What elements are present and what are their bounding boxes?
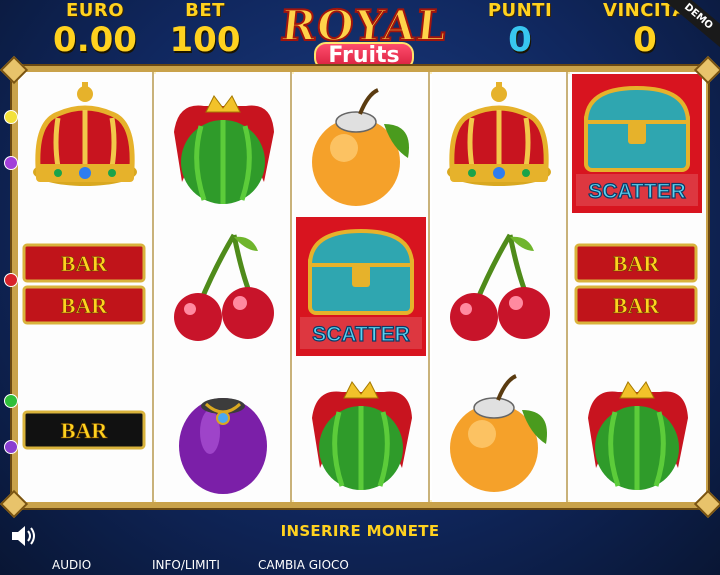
payline-marker-icon xyxy=(4,440,18,454)
game-logo: ROYAL Fruits xyxy=(268,0,460,74)
scatter-chest-icon: SCATTER xyxy=(296,217,426,356)
scatter-text: SCATTER xyxy=(312,323,410,346)
bar-text: BAR xyxy=(61,251,109,276)
reel-symbol-watermelon xyxy=(294,358,428,501)
euro-stat: EURO 0.00 xyxy=(40,0,150,57)
info-limits-button[interactable]: INFO/LIMITI xyxy=(152,558,220,572)
punti-label: PUNTI xyxy=(487,0,553,21)
insert-coins-text: INSERIRE MONETE xyxy=(280,522,440,540)
reel-symbol-watermelon xyxy=(156,72,290,215)
reel-symbol-orange xyxy=(432,358,566,501)
reel-symbol-bar-double: BAR BAR xyxy=(18,215,152,358)
change-game-button[interactable]: CAMBIA GIOCO xyxy=(258,558,349,572)
bar-text: BAR xyxy=(61,293,109,318)
cherries-icon xyxy=(174,233,274,341)
bet-stat: BET 100 xyxy=(160,0,250,57)
reel-symbol-scatter: SCATTER xyxy=(570,72,704,215)
euro-value: 0.00 xyxy=(53,20,137,60)
cherries-icon xyxy=(450,233,550,341)
double-bar-icon: BAR BAR xyxy=(574,243,698,325)
reel-symbol-cherries xyxy=(156,215,290,358)
reel-frame: BAR BAR BAR SCATTER SCATTER BAR BAR xyxy=(12,66,708,508)
reel-symbol-cherries xyxy=(432,215,566,358)
plum-icon xyxy=(179,398,267,494)
reel-symbol-bar-single: BAR xyxy=(18,358,152,501)
double-bar-icon: BAR BAR xyxy=(22,243,146,325)
reel-symbol-bar-double: BAR BAR xyxy=(570,215,704,358)
watermelon-icon xyxy=(588,381,688,490)
watermelon-icon xyxy=(174,95,274,204)
reel-symbol-orange xyxy=(294,72,428,215)
reel-symbol-crown xyxy=(18,72,152,215)
reel-3[interactable]: SCATTER xyxy=(294,72,430,502)
payline-marker-icon xyxy=(4,110,18,124)
reel-2[interactable] xyxy=(156,72,292,502)
crown-icon xyxy=(447,82,551,186)
reel-4[interactable] xyxy=(432,72,568,502)
bar-text: BAR xyxy=(613,251,661,276)
payline-marker-icon xyxy=(4,394,18,408)
logo-royal: ROYAL xyxy=(278,0,451,51)
speaker-icon[interactable] xyxy=(10,524,38,548)
bet-value: 100 xyxy=(169,20,241,60)
payline-marker-icon xyxy=(4,156,18,170)
reel-5[interactable]: SCATTER BAR BAR xyxy=(570,72,706,502)
orange-icon xyxy=(312,88,409,206)
payline-marker-icon xyxy=(4,273,18,287)
scatter-chest-icon: SCATTER xyxy=(572,74,702,213)
single-bar-icon: BAR xyxy=(22,410,146,450)
reel-1[interactable]: BAR BAR BAR xyxy=(18,72,154,502)
reel-symbol-scatter: SCATTER xyxy=(294,215,428,358)
bar-text: BAR xyxy=(613,293,661,318)
bottom-bar: INSERIRE MONETE AUDIO INFO/LIMITI CAMBIA… xyxy=(0,508,720,575)
bar-text: BAR xyxy=(61,418,109,443)
euro-label: EURO xyxy=(65,0,125,21)
scatter-text: SCATTER xyxy=(588,180,686,203)
hud: EURO 0.00 BET 100 ROYAL Fruits PUNTI 0 V… xyxy=(0,0,720,70)
bet-label: BET xyxy=(185,0,225,21)
crown-icon xyxy=(33,82,137,186)
orange-icon xyxy=(450,374,547,492)
reel-symbol-crown xyxy=(432,72,566,215)
reel-symbol-watermelon xyxy=(570,358,704,501)
vincita-value: 0 xyxy=(633,20,657,60)
punti-stat: PUNTI 0 xyxy=(478,0,562,57)
reel-symbol-plum xyxy=(156,358,290,501)
audio-button[interactable]: AUDIO xyxy=(52,558,91,572)
watermelon-icon xyxy=(312,381,412,490)
punti-value: 0 xyxy=(508,20,532,60)
